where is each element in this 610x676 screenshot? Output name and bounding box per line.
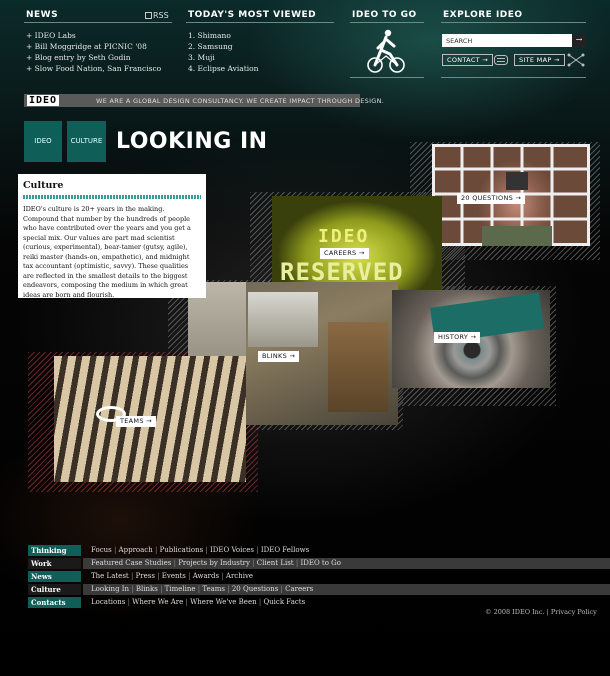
most-viewed-item[interactable]: 3. Muji: [188, 52, 258, 63]
history-button[interactable]: HISTORY →: [434, 332, 481, 343]
news-rule: [24, 22, 172, 23]
contact-button[interactable]: CONTACT →: [442, 54, 494, 66]
most-viewed-heading: TODAY'S MOST VIEWED: [188, 10, 317, 20]
footer-link[interactable]: Quick Facts: [263, 598, 305, 606]
rss-icon: [145, 12, 152, 19]
footer-links-culture: Looking In | Blinks | Timeline | Teams |…: [83, 584, 610, 595]
footer-link[interactable]: IDEO Fellows: [261, 546, 309, 554]
rss-link[interactable]: RSS: [145, 11, 169, 20]
footer-link[interactable]: Timeline: [165, 585, 196, 593]
footer-link[interactable]: Where We Are: [132, 598, 183, 606]
most-viewed-rule: [186, 22, 334, 23]
footer-link[interactable]: IDEO to Go: [300, 559, 341, 567]
news-heading: NEWS: [26, 10, 59, 20]
search-submit-button[interactable]: →: [572, 34, 586, 47]
breadcrumb-culture[interactable]: CULTURE: [67, 121, 106, 162]
news-list: + IDEO Labs + Bill Moggridge at PICNIC '…: [26, 30, 161, 74]
footer-nav-thinking[interactable]: Thinking: [28, 545, 81, 556]
most-viewed-item[interactable]: 4. Eclipse Aviation: [188, 63, 258, 74]
footer-nav-news[interactable]: News: [28, 571, 81, 582]
copyright-text: © 2008 IDEO Inc. | Privacy Policy: [485, 608, 597, 616]
workshop-window: [248, 292, 318, 347]
footer-nav-work[interactable]: Work: [28, 558, 81, 569]
ideo-to-go-bottom-rule: [350, 77, 424, 78]
footer-link[interactable]: 20 Questions: [232, 585, 278, 593]
careers-button[interactable]: CAREERS →: [320, 248, 369, 259]
footer-link[interactable]: Archive: [226, 572, 253, 580]
ideo-to-go-heading: IDEO TO GO: [352, 10, 417, 20]
page-title: LOOKING IN: [116, 129, 268, 154]
ideo-logo[interactable]: IDEO: [27, 95, 60, 106]
footer-links-thinking: Focus | Approach | Publications | IDEO V…: [91, 546, 310, 554]
footer-link[interactable]: Careers: [285, 585, 313, 593]
footer-link[interactable]: Focus: [91, 546, 112, 554]
sign-ideo-text: IDEO: [318, 226, 370, 247]
rss-label: RSS: [153, 11, 169, 20]
most-viewed-item[interactable]: 1. Shimano: [188, 30, 258, 41]
footer-link[interactable]: Featured Case Studies: [91, 559, 171, 567]
cyclist-icon[interactable]: [366, 28, 406, 74]
contact-card-icon: [494, 55, 508, 65]
footer-nav-contacts[interactable]: Contacts: [28, 597, 81, 608]
footer-link[interactable]: Blinks: [136, 585, 158, 593]
breadcrumb-ideo[interactable]: IDEO: [24, 121, 62, 162]
footer-link[interactable]: The Latest: [91, 572, 129, 580]
news-item[interactable]: + Bill Moggridge at PICNIC '08: [26, 41, 161, 52]
site-map-icon: [567, 53, 585, 67]
explore-bottom-rule: [441, 77, 586, 78]
search-input[interactable]: SEARCH: [442, 34, 572, 47]
news-item[interactable]: + Slow Food Nation, San Francisco: [26, 63, 161, 74]
footer-link[interactable]: Publications: [160, 546, 204, 554]
site-map-button[interactable]: SITE MAP →: [514, 54, 565, 66]
footer-link[interactable]: Where We've Been: [190, 598, 257, 606]
footer-link[interactable]: Press: [136, 572, 155, 580]
culture-body: IDEO's culture is 20+ years in the makin…: [23, 205, 191, 299]
footer-link[interactable]: Projects by Industry: [178, 559, 250, 567]
footer-link[interactable]: IDEO Voices: [210, 546, 254, 554]
news-item[interactable]: + Blog entry by Seth Godin: [26, 52, 161, 63]
footer-links-contacts: Locations | Where We Are | Where We've B…: [91, 598, 306, 606]
footer-link[interactable]: Teams: [202, 585, 225, 593]
footer-link[interactable]: Events: [162, 572, 186, 580]
footer-links-news: The Latest | Press | Events | Awards | A…: [91, 572, 254, 580]
brand-tagline: WE ARE A GLOBAL DESIGN CONSULTANCY. WE C…: [96, 97, 385, 105]
footer-link[interactable]: Looking In: [91, 585, 129, 593]
footer-nav-culture[interactable]: Culture: [28, 584, 81, 595]
footer-link[interactable]: Locations: [91, 598, 125, 606]
most-viewed-list: 1. Shimano 2. Samsung 3. Muji 4. Eclipse…: [188, 30, 258, 74]
footer-link[interactable]: Client List: [257, 559, 294, 567]
most-viewed-item[interactable]: 2. Samsung: [188, 41, 258, 52]
news-item[interactable]: + IDEO Labs: [26, 30, 161, 41]
culture-heading: Culture: [23, 180, 64, 191]
teams-button[interactable]: TEAMS →: [116, 416, 156, 427]
footer-links-work: Featured Case Studies | Projects by Indu…: [83, 558, 610, 569]
footer-link[interactable]: Approach: [119, 546, 153, 554]
culture-panel: Culture IDEO's culture is 20+ years in t…: [18, 174, 206, 299]
footer-link[interactable]: Awards: [193, 572, 219, 580]
explore-rule: [441, 22, 586, 23]
twenty-questions-button[interactable]: 20 QUESTIONS →: [457, 193, 526, 204]
ideo-to-go-rule: [350, 22, 424, 23]
explore-heading: EXPLORE IDEO: [443, 10, 523, 20]
blinks-button[interactable]: BLINKS →: [258, 351, 300, 362]
culture-divider: [23, 195, 201, 199]
workshop-bench: [328, 322, 388, 412]
